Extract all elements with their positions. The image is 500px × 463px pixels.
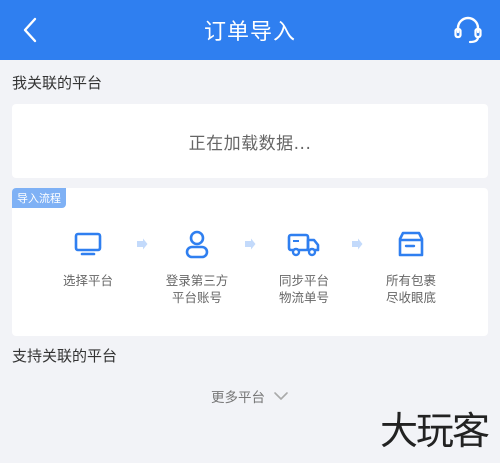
monitor-icon xyxy=(74,232,102,256)
step-sync-tracking: 同步平台 物流单号 xyxy=(259,224,349,306)
customer-service-button[interactable] xyxy=(450,12,486,48)
arrow-right-icon xyxy=(137,238,148,250)
back-button[interactable] xyxy=(14,12,46,48)
watermark: 大玩客 xyxy=(379,409,490,453)
truck-icon xyxy=(287,233,320,257)
headset-icon xyxy=(454,16,482,44)
page-title: 订单导入 xyxy=(203,20,296,45)
chevron-left-icon xyxy=(23,17,37,43)
step-select-platform: 选择平台 xyxy=(43,224,133,289)
arrow-right-icon xyxy=(245,238,256,250)
top-bar: 订单导入 xyxy=(0,0,500,60)
supported-platforms-title: 支持关联的平台 xyxy=(12,347,118,365)
chevron-down-icon xyxy=(274,392,288,400)
step-label: 同步平台 物流单号 xyxy=(278,273,329,305)
step-login-third-party: 登录第三方 平台账号 xyxy=(152,224,242,306)
step-all-parcels: 所有包裹 尽收眼底 xyxy=(366,224,456,306)
user-icon xyxy=(185,230,209,259)
import-flow-card: 导入流程 选择平台 登录第三方 平台账号 同步平台 物流单号 所有包裹 尽收眼底 xyxy=(12,188,488,336)
step-label: 登录第三方 平台账号 xyxy=(165,273,229,305)
import-flow-badge: 导入流程 xyxy=(12,188,66,208)
linked-platforms-title: 我关联的平台 xyxy=(12,74,103,92)
step-label: 所有包裹 尽收眼底 xyxy=(385,273,436,305)
linked-platforms-card: 正在加载数据... xyxy=(12,104,488,178)
more-platforms-label: 更多平台 xyxy=(211,390,265,406)
loading-text: 正在加载数据... xyxy=(188,133,312,154)
arrow-right-icon xyxy=(352,238,363,250)
box-icon xyxy=(398,231,424,257)
step-label: 选择平台 xyxy=(62,273,113,288)
